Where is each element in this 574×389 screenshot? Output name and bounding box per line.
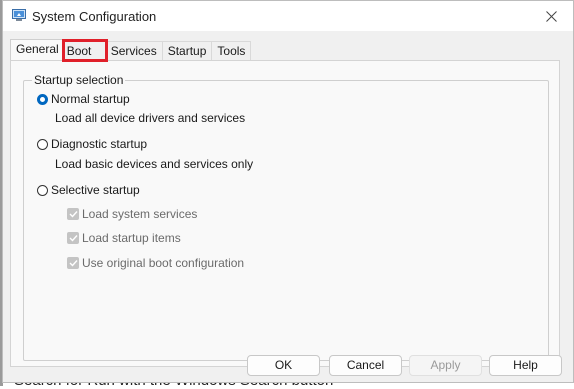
title-bar: System Configuration [3, 1, 573, 31]
general-tab-panel: Startup selection Normal startup Load al… [10, 60, 560, 367]
checkbox-icon [67, 208, 79, 220]
normal-startup-label: Normal startup [51, 92, 130, 106]
normal-startup-radio[interactable]: Normal startup [37, 92, 130, 106]
checkbox-icon [67, 257, 79, 269]
close-icon [545, 10, 557, 22]
cancel-button[interactable]: Cancel [329, 355, 402, 376]
system-configuration-window: System Configuration General Boot Servic… [2, 0, 574, 383]
tab-strip: General Boot Services Startup Tools [10, 39, 252, 62]
help-button[interactable]: Help [489, 355, 562, 376]
group-title: Startup selection [32, 73, 126, 87]
radio-unchecked-icon [37, 138, 48, 150]
load-system-services-label: Load system services [82, 207, 198, 221]
checkbox-icon [67, 232, 79, 244]
use-original-boot-config-checkbox[interactable]: Use original boot configuration [67, 256, 244, 270]
close-button[interactable] [529, 1, 573, 31]
checkmark-icon [69, 260, 78, 267]
window-title: System Configuration [32, 9, 157, 24]
checkmark-icon [69, 211, 78, 218]
radio-checked-icon [37, 93, 48, 105]
selective-startup-radio[interactable]: Selective startup [37, 183, 140, 197]
tab-startup[interactable]: Startup [161, 41, 213, 60]
use-original-boot-config-label: Use original boot configuration [82, 256, 245, 270]
tab-general[interactable]: General [10, 39, 65, 60]
checkmark-icon [69, 235, 78, 242]
load-startup-items-label: Load startup items [82, 231, 181, 245]
apply-button[interactable]: Apply [409, 355, 482, 376]
startup-selection-group: Startup selection Normal startup Load al… [23, 73, 549, 361]
diagnostic-startup-description: Load basic devices and services only [55, 157, 254, 171]
ok-button[interactable]: OK [247, 355, 320, 376]
load-startup-items-checkbox[interactable]: Load startup items [67, 231, 181, 245]
normal-startup-description: Load all device drivers and services [55, 111, 246, 125]
diagnostic-startup-label: Diagnostic startup [51, 137, 148, 151]
dialog-client-area: General Boot Services Startup Tools Star… [3, 31, 573, 382]
tab-boot[interactable]: Boot [61, 39, 108, 62]
msconfig-icon [12, 9, 26, 21]
selective-startup-label: Selective startup [51, 183, 140, 197]
tab-tools[interactable]: Tools [211, 41, 252, 60]
diagnostic-startup-radio[interactable]: Diagnostic startup [37, 137, 147, 151]
tab-services[interactable]: Services [104, 41, 163, 60]
load-system-services-checkbox[interactable]: Load system services [67, 207, 197, 221]
radio-unchecked-icon [37, 184, 48, 196]
